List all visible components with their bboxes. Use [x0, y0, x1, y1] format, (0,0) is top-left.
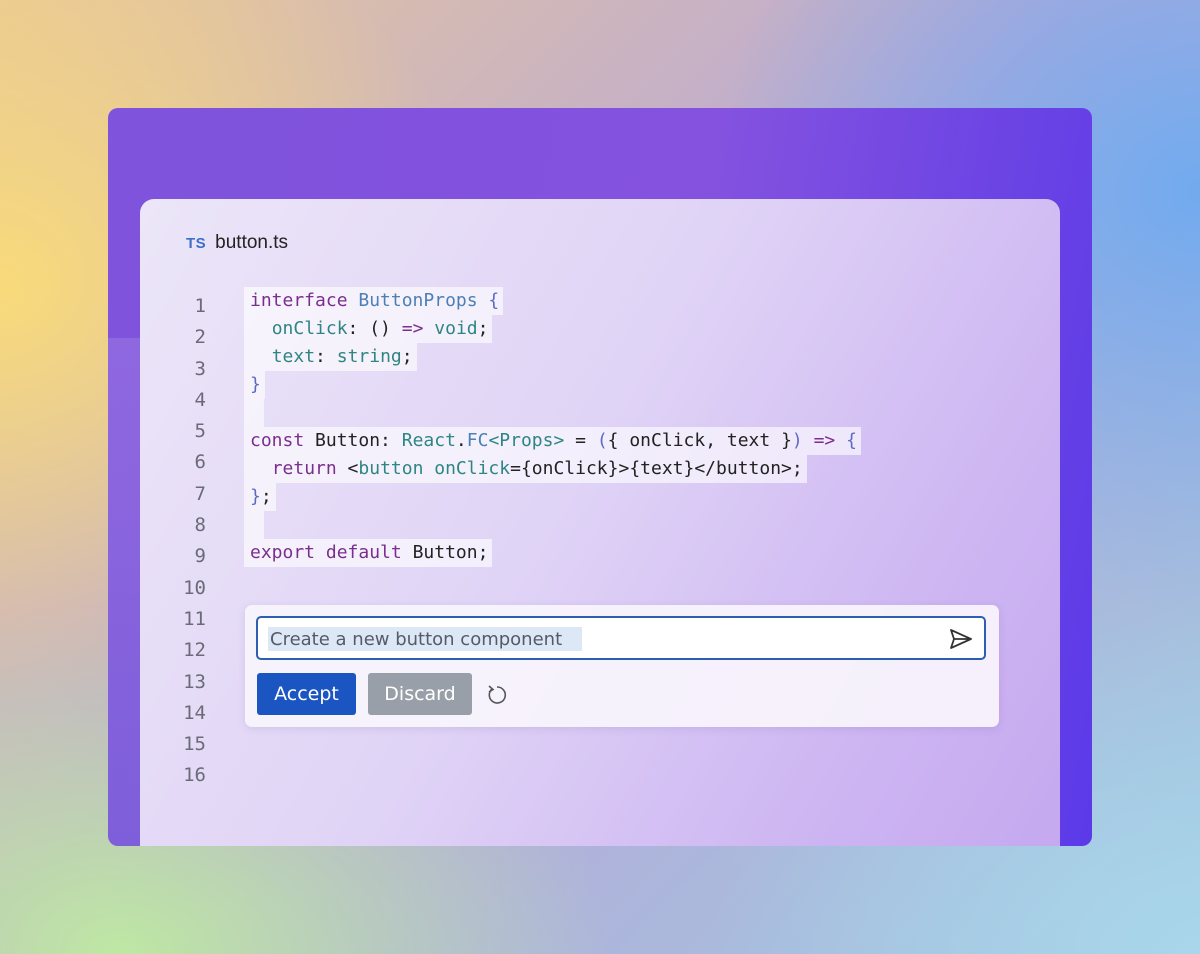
accept-button[interactable]: Accept	[257, 673, 356, 715]
code-token: <	[347, 458, 359, 479]
ai-prompt-panel: Accept Discard	[245, 605, 999, 727]
editor-window: TS button.ts 1 2 3 4 5 6 7 8 9 10 11 12 13 14 15 16 int…	[108, 108, 1092, 846]
code-token: FC	[466, 430, 489, 451]
code-token: ={onClick}>{text}</button>;	[510, 458, 803, 479]
code-token: }	[250, 486, 261, 507]
code-line[interactable]: };	[244, 483, 861, 511]
code-line[interactable]: onClick: () => void;	[244, 315, 861, 343]
code-area[interactable]: interface ButtonProps { onClick: () => v…	[244, 287, 861, 567]
code-token: }	[250, 374, 261, 395]
typescript-icon: TS	[186, 235, 207, 252]
line-number: 16	[183, 764, 206, 787]
code-token: )	[791, 430, 803, 451]
code-token: onClick	[271, 318, 348, 339]
line-number: 10	[183, 576, 206, 599]
editor-panel: TS button.ts 1 2 3 4 5 6 7 8 9 10 11 12 13 14 15 16 int…	[140, 199, 1060, 846]
code-token: ;	[477, 318, 489, 339]
code-token: onClick	[434, 458, 511, 479]
code-token: text	[271, 346, 316, 367]
file-tab[interactable]: TS button.ts	[186, 232, 288, 254]
prompt-input[interactable]	[268, 627, 582, 651]
line-number: 9	[194, 545, 206, 568]
line-number: 11	[183, 607, 206, 630]
code-line[interactable]: text: string;	[244, 343, 861, 371]
line-number-gutter: 1 2 3 4 5 6 7 8 9 10 11 12 13 14 15 16	[170, 291, 206, 792]
code-line[interactable]: }	[244, 371, 861, 399]
line-number: 13	[183, 670, 206, 693]
code-line[interactable]: const Button: React.FC<Props> = ({ onCli…	[244, 427, 861, 455]
line-number: 4	[194, 388, 206, 411]
code-token: :	[315, 346, 337, 367]
code-token: : ()	[347, 318, 402, 339]
code-line[interactable]: return <button onClick={onClick}>{text}<…	[244, 455, 861, 483]
line-number: 6	[194, 451, 206, 474]
line-number: 5	[194, 420, 206, 443]
line-number: 12	[183, 639, 206, 662]
code-token: const	[250, 430, 316, 451]
code-line[interactable]: interface ButtonProps {	[244, 287, 861, 315]
send-icon[interactable]	[948, 627, 974, 651]
line-number: 2	[194, 326, 206, 349]
line-number: 14	[183, 701, 206, 724]
code-token: return	[271, 458, 348, 479]
code-token: {	[846, 430, 857, 451]
code-token: ;	[260, 486, 272, 507]
line-number: 15	[183, 733, 206, 756]
discard-button[interactable]: Discard	[368, 673, 472, 715]
code-token: React	[401, 430, 456, 451]
code-token: { onClick, text }	[607, 430, 792, 451]
prompt-box	[256, 616, 986, 660]
code-token: =>	[813, 430, 836, 451]
code-token: interface	[250, 290, 359, 311]
code-token: <Props>	[488, 430, 565, 451]
line-number: 8	[194, 514, 206, 537]
code-token: .	[455, 430, 467, 451]
code-token: button	[358, 458, 435, 479]
code-token: {	[488, 290, 500, 311]
code-token: =	[564, 430, 597, 451]
line-number: 1	[194, 295, 206, 317]
code-token: Button:	[315, 430, 402, 451]
code-token: void	[434, 318, 478, 339]
code-token: string	[336, 346, 402, 367]
refresh-icon[interactable]	[485, 683, 509, 707]
code-token: (	[596, 430, 608, 451]
code-line[interactable]: export default Button;	[244, 539, 861, 567]
line-number: 3	[194, 357, 206, 380]
file-name: button.ts	[215, 232, 289, 253]
code-token: ButtonProps	[358, 290, 489, 311]
code-token: export default	[250, 542, 413, 563]
code-token: =>	[401, 318, 424, 339]
code-token: ;	[401, 346, 413, 367]
code-token: Button;	[412, 542, 489, 563]
line-number: 7	[194, 482, 206, 505]
code-line[interactable]	[244, 511, 861, 539]
code-line[interactable]	[244, 399, 861, 427]
